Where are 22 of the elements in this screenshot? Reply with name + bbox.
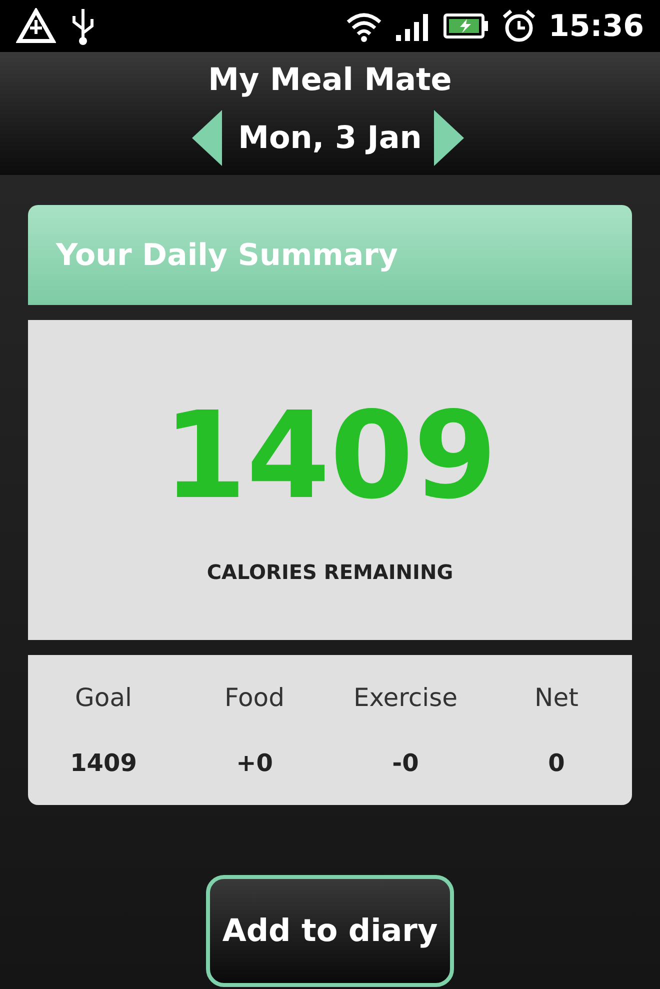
stat-label: Food <box>224 682 284 714</box>
stat-value: -0 <box>392 748 419 779</box>
wifi-icon <box>344 10 382 42</box>
calories-remaining-label: CALORIES REMAINING <box>206 559 454 586</box>
stat-value: +0 <box>236 748 273 779</box>
battery-icon <box>442 12 488 40</box>
add-to-diary-button[interactable]: Add to diary <box>206 875 454 987</box>
stat-label: Exercise <box>353 682 458 714</box>
calories-remaining-value: 1409 <box>163 397 497 517</box>
stat-label: Net <box>534 682 578 714</box>
left-triangle-icon <box>192 110 222 166</box>
alarm-icon <box>500 8 536 44</box>
summary-title: Your Daily Summary <box>56 236 398 274</box>
date-label: Mon, 3 Jan <box>238 118 422 158</box>
signal-icon <box>394 11 430 41</box>
stat-value: 0 <box>548 748 565 779</box>
status-time: 15:36 <box>548 8 644 46</box>
right-triangle-icon <box>434 110 464 166</box>
app-title: My Meal Mate <box>208 61 452 100</box>
stat-label: Goal <box>75 682 132 714</box>
warning-icon <box>16 8 56 44</box>
stat-value: 1409 <box>70 748 137 779</box>
